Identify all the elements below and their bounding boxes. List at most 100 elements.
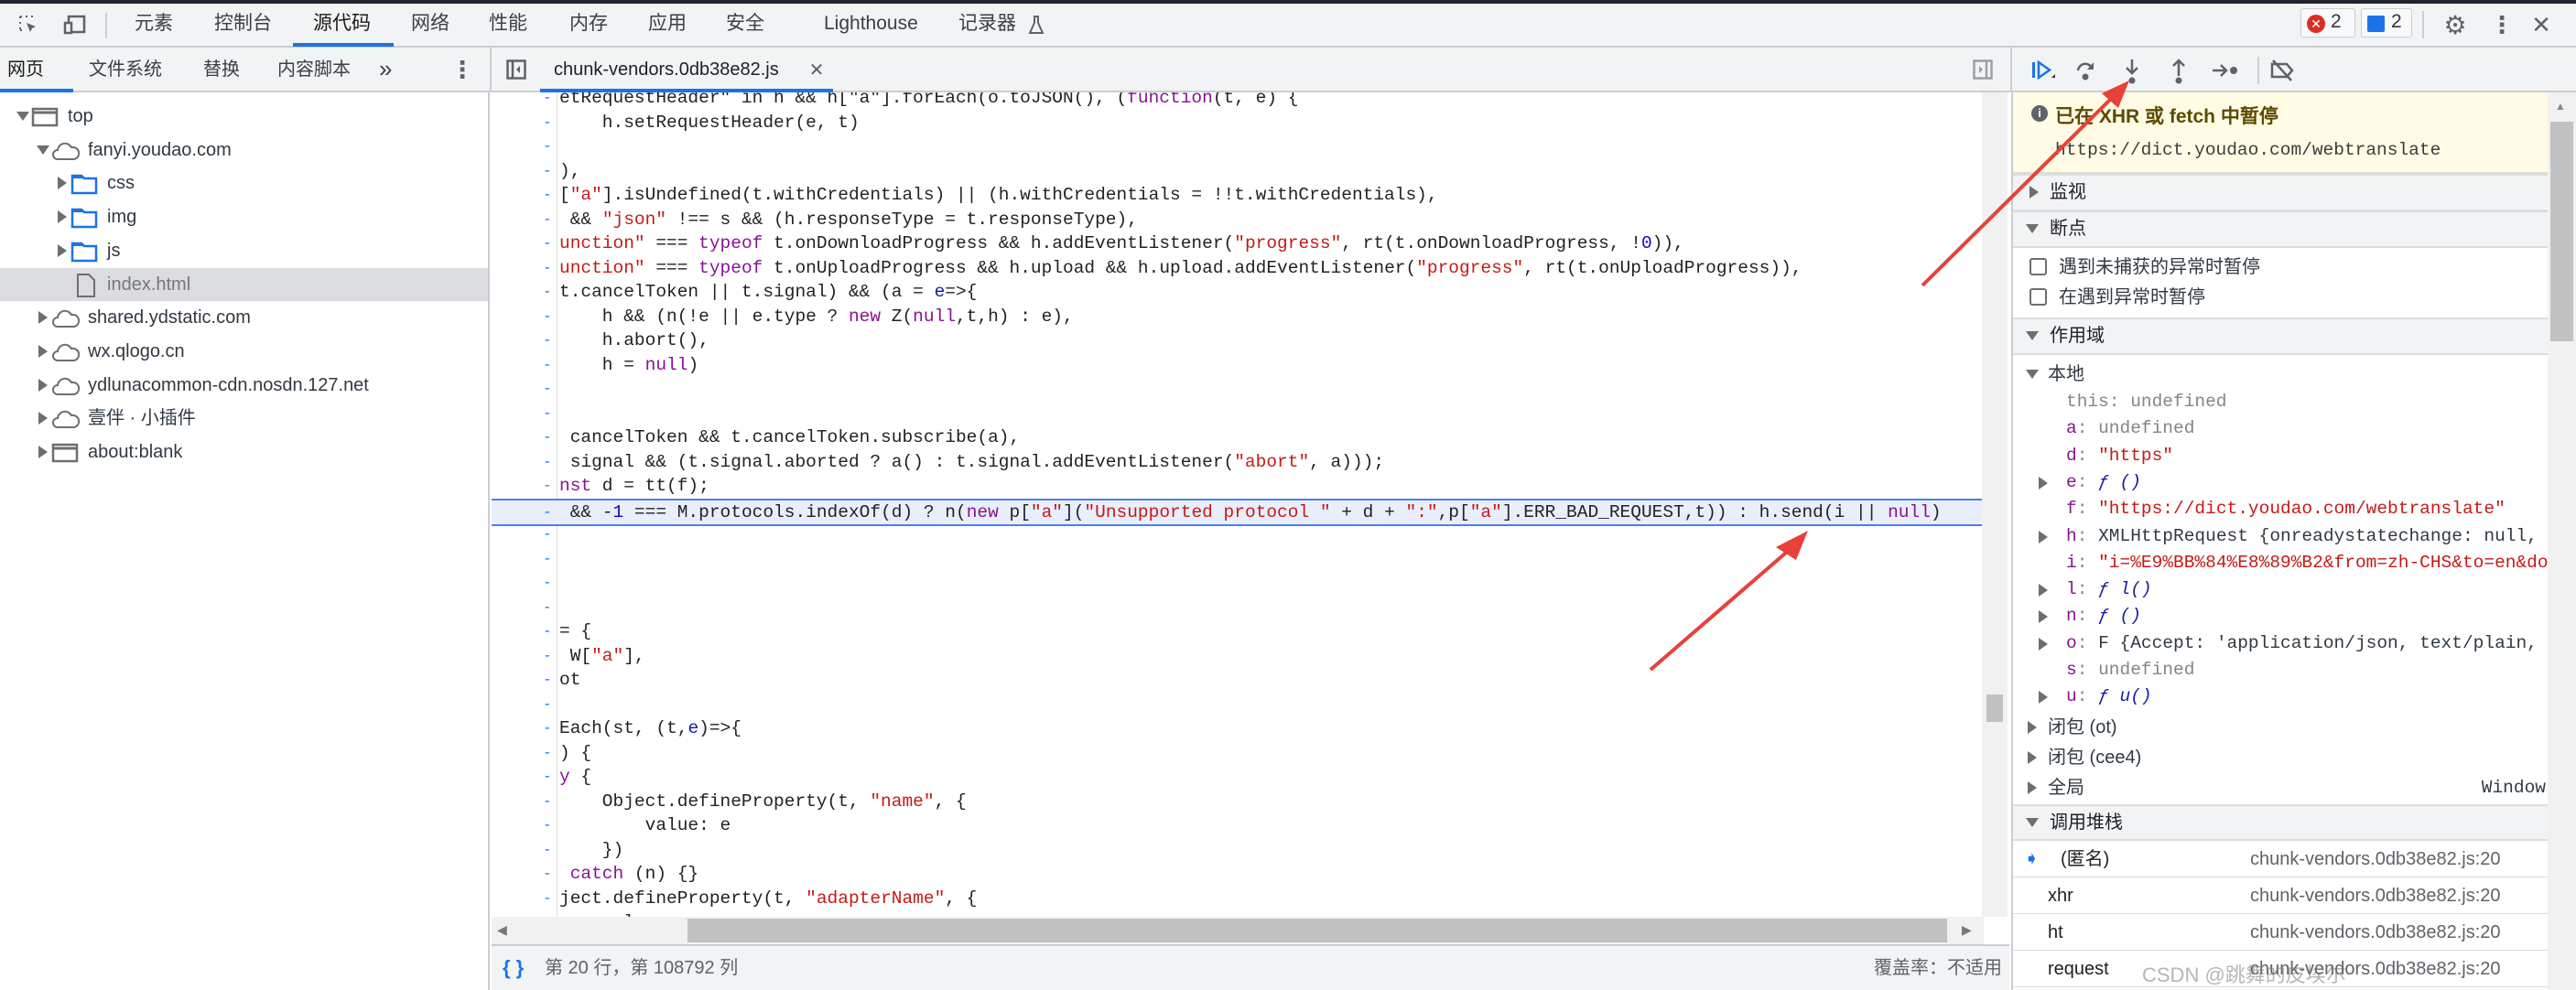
tab-overrides[interactable]: 替换 [203,48,240,91]
tree-item[interactable]: js [0,234,488,267]
step-out-icon[interactable] [2167,57,2191,86]
tree-item[interactable]: wx.qlogo.cn [0,335,488,368]
scope-closure[interactable]: 闭包 (cee4) [2013,743,2551,772]
breakpoints-section-header[interactable]: 断点 [2013,210,2551,248]
step-into-icon[interactable] [2120,57,2144,86]
tab-filesystem[interactable]: 文件系统 [89,48,162,91]
expand-arrow-icon[interactable] [2039,584,2048,597]
tab-performance[interactable]: 性能 [489,4,527,46]
call-frame-current[interactable]: ➧ (匿名) chunk-vendors.0db38e82.js:20 [2013,841,2551,877]
line-marker[interactable]: - [543,425,552,450]
scroll-right-icon[interactable]: ▶ [1962,922,1972,938]
tab-network[interactable]: 网络 [411,4,449,46]
line-marker[interactable]: - [543,353,552,378]
tab-page[interactable]: 网页 [7,48,44,91]
call-frame-location[interactable]: chunk-vendors.0db38e82.js:20 [2250,841,2501,877]
line-marker[interactable]: - [543,596,552,620]
expand-arrow-icon[interactable] [2039,530,2048,543]
tab-sources[interactable]: 源代码 [313,4,371,46]
scope-local-header[interactable]: 本地 [2013,360,2551,389]
line-marker[interactable]: - [543,474,552,499]
line-marker[interactable]: - [543,838,552,863]
line-marker[interactable]: - [543,862,552,887]
scroll-up-icon[interactable]: ▲ [2555,100,2566,113]
tab-memory[interactable]: 内存 [569,4,608,46]
line-marker[interactable]: - [543,183,552,208]
collapsed-arrow-icon[interactable] [58,210,67,224]
line-marker[interactable]: - [543,668,552,693]
scope-variable[interactable]: i: "i=%E9%BB%84%E8%89%B2&from=zh-CHS&to=e… [2013,550,2551,576]
scope-variable[interactable]: d: "https" [2013,443,2551,469]
tab-console[interactable]: 控制台 [214,4,272,46]
tree-item[interactable]: ydlunacommon-cdn.nosdn.127.net [0,369,488,402]
tab-recorder[interactable]: 记录器 [958,4,1016,46]
collapsed-arrow-icon[interactable] [38,344,48,358]
pretty-print-icon[interactable]: { } [503,946,524,990]
tree-item[interactable]: about:blank [0,436,488,468]
collapsed-arrow-icon[interactable] [2028,751,2037,764]
line-marker[interactable]: - [543,305,552,329]
line-marker[interactable]: - [543,377,552,402]
tab-lighthouse[interactable]: Lighthouse [824,4,918,46]
close-icon[interactable]: ✕ [2528,11,2554,38]
collapsed-arrow-icon[interactable] [38,378,48,392]
line-marker[interactable]: - [543,765,552,790]
resume-icon[interactable] [2029,57,2056,84]
code-editor[interactable]: - etRequestHeader" in h && h["a"].forEach… [492,92,2009,944]
scope-global[interactable]: 全局 Window [2013,773,2551,802]
line-marker[interactable]: - [543,500,552,524]
call-frame-location[interactable]: chunk-vendors.0db38e82.js:20 [2250,914,2501,951]
breakpoint-option[interactable]: 在遇到异常时暂停 [2013,284,2551,311]
step-icon[interactable] [2210,59,2241,82]
tree-item[interactable]: fanyi.youdao.com [0,134,488,167]
expand-arrow-icon[interactable] [2039,610,2048,624]
expand-arrow-icon[interactable] [2039,637,2048,651]
line-marker[interactable]: - [543,619,552,644]
call-frame[interactable]: ht chunk-vendors.0db38e82.js:20 [2013,914,2551,951]
line-marker[interactable]: - [543,741,552,766]
error-count-badge[interactable]: ✕ 2 [2300,8,2355,38]
watch-section-header[interactable]: 监视 [2013,174,2551,211]
collapsed-arrow-icon[interactable] [58,177,67,190]
horizontal-scrollbar[interactable]: ◀ ▶ [492,917,1984,944]
tree-item[interactable]: 壹伴 · 小插件 [0,402,488,435]
line-marker[interactable]: - [543,231,552,256]
checkbox[interactable] [2029,258,2047,275]
line-marker[interactable]: - [543,693,552,717]
expanded-arrow-icon[interactable] [37,145,49,155]
more-options-icon[interactable]: ⋮ [2490,11,2514,38]
line-marker[interactable]: - [543,256,552,281]
scrollbar-thumb[interactable] [1986,694,2003,722]
tab-elements[interactable]: 元素 [135,4,173,46]
message-count-badge[interactable]: 2 [2361,8,2412,38]
line-marker[interactable]: - [543,92,552,111]
close-tab-icon[interactable]: ✕ [807,59,826,81]
line-marker[interactable]: - [543,547,552,572]
tree-item[interactable]: img [0,200,488,233]
call-frame[interactable]: xhr chunk-vendors.0db38e82.js:20 [2013,877,2551,914]
scope-variable[interactable]: n: ƒ () [2013,603,2551,630]
line-marker[interactable]: - [543,328,552,353]
tab-content-scripts[interactable]: 内容脚本 [277,48,351,91]
line-marker[interactable]: - [543,208,552,232]
line-marker[interactable]: - [543,716,552,741]
line-marker[interactable]: - [543,522,552,547]
tree-item[interactable]: top [0,100,488,133]
step-over-icon[interactable] [2073,57,2098,84]
collapsed-arrow-icon[interactable] [38,311,48,325]
scope-variable[interactable]: s: undefined [2013,657,2551,683]
line-marker[interactable]: - [543,402,552,426]
expand-arrow-icon[interactable] [2039,691,2048,705]
inspect-element-icon[interactable] [16,13,40,37]
line-marker[interactable]: - [543,644,552,669]
line-marker[interactable]: - [543,571,552,596]
scroll-left-icon[interactable]: ◀ [497,922,507,938]
line-marker[interactable]: - [543,450,552,475]
toggle-debugger-icon[interactable] [1972,59,1994,81]
call-frame-location[interactable]: chunk-vendors.0db38e82.js:20 [2250,877,2501,914]
sidebar-scrollbar[interactable]: ▲ [2548,92,2576,990]
call-stack-section-header[interactable]: 调用堆栈 [2013,804,2551,841]
tree-item[interactable]: shared.ydstatic.com [0,301,488,334]
scope-section-header[interactable]: 作用域 [2013,317,2551,355]
expand-arrow-icon[interactable] [2039,476,2048,490]
